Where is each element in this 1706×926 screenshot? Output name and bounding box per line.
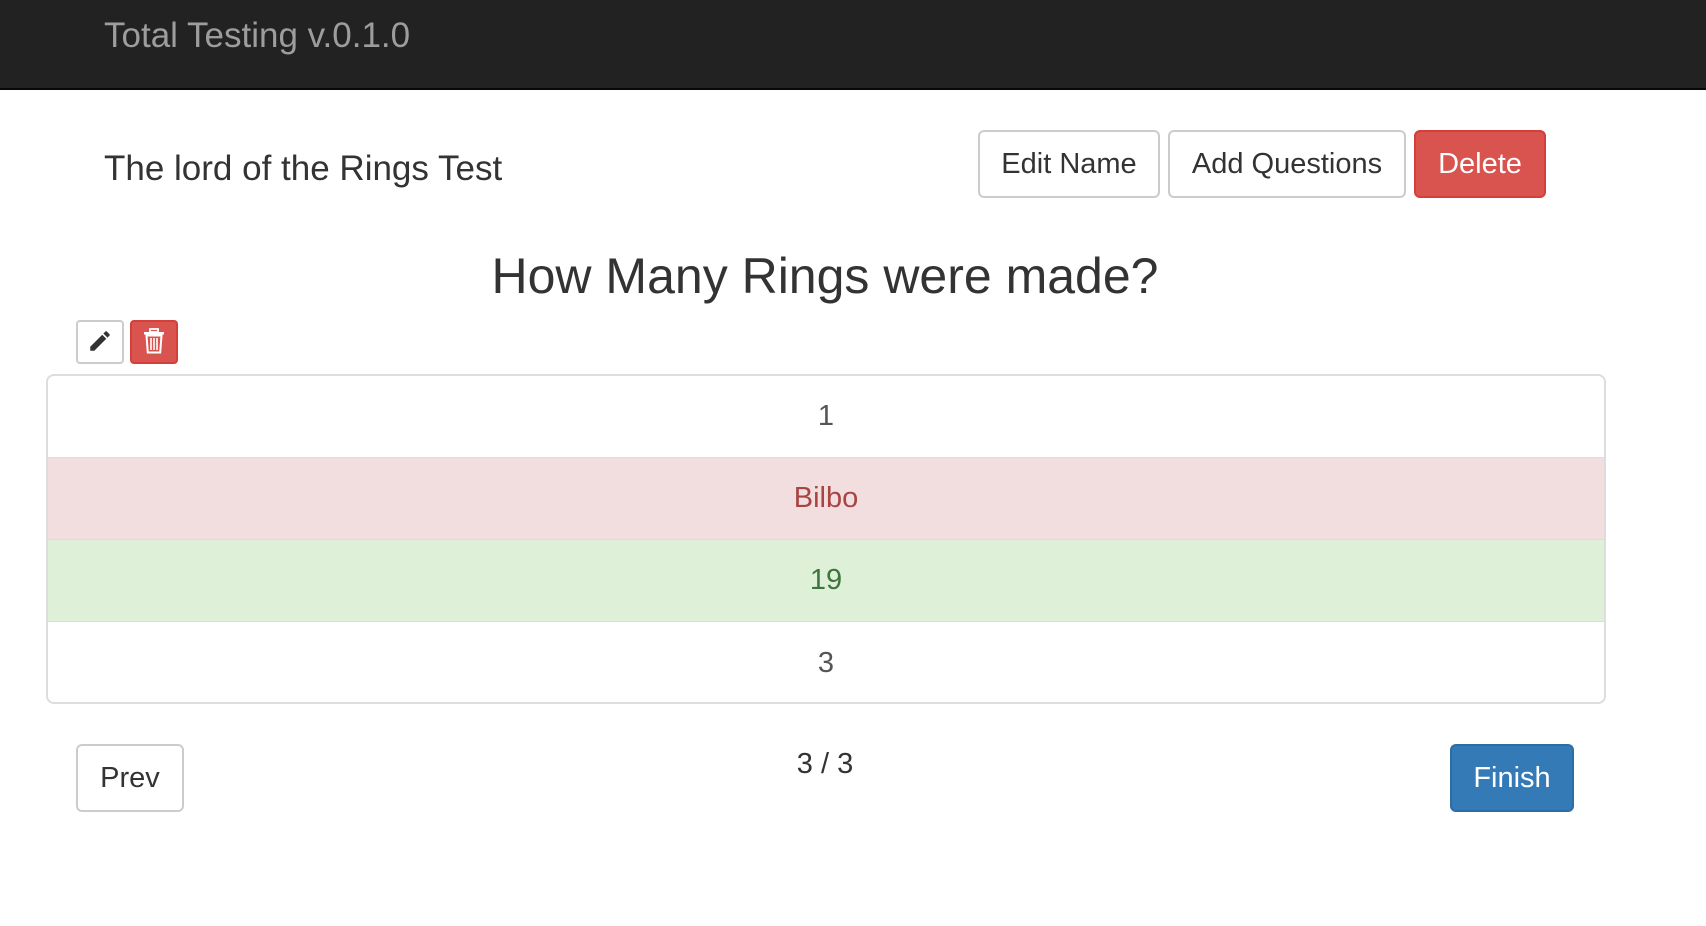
- app-brand[interactable]: Total Testing v.0.1.0: [104, 16, 410, 56]
- test-title: The lord of the Rings Test: [104, 149, 503, 188]
- finish-button[interactable]: Finish: [1450, 744, 1574, 812]
- add-questions-button[interactable]: Add Questions: [1168, 130, 1406, 198]
- answer-option[interactable]: 3: [48, 622, 1604, 702]
- navbar: Total Testing v.0.1.0: [0, 0, 1706, 90]
- question-counter: 3 / 3: [796, 748, 854, 780]
- pencil-icon: [87, 328, 113, 357]
- question-text: How Many Rings were made?: [491, 248, 1159, 304]
- answer-option-wrong[interactable]: Bilbo: [48, 458, 1604, 540]
- delete-question-button[interactable]: [130, 320, 178, 364]
- answer-option-correct[interactable]: 19: [48, 540, 1604, 622]
- answer-option[interactable]: 1: [48, 376, 1604, 458]
- edit-name-button[interactable]: Edit Name: [978, 130, 1160, 198]
- delete-test-button[interactable]: Delete: [1414, 130, 1546, 198]
- edit-question-button[interactable]: [76, 320, 124, 364]
- trash-icon: [142, 327, 166, 357]
- answer-list: 1 Bilbo 19 3: [46, 374, 1606, 704]
